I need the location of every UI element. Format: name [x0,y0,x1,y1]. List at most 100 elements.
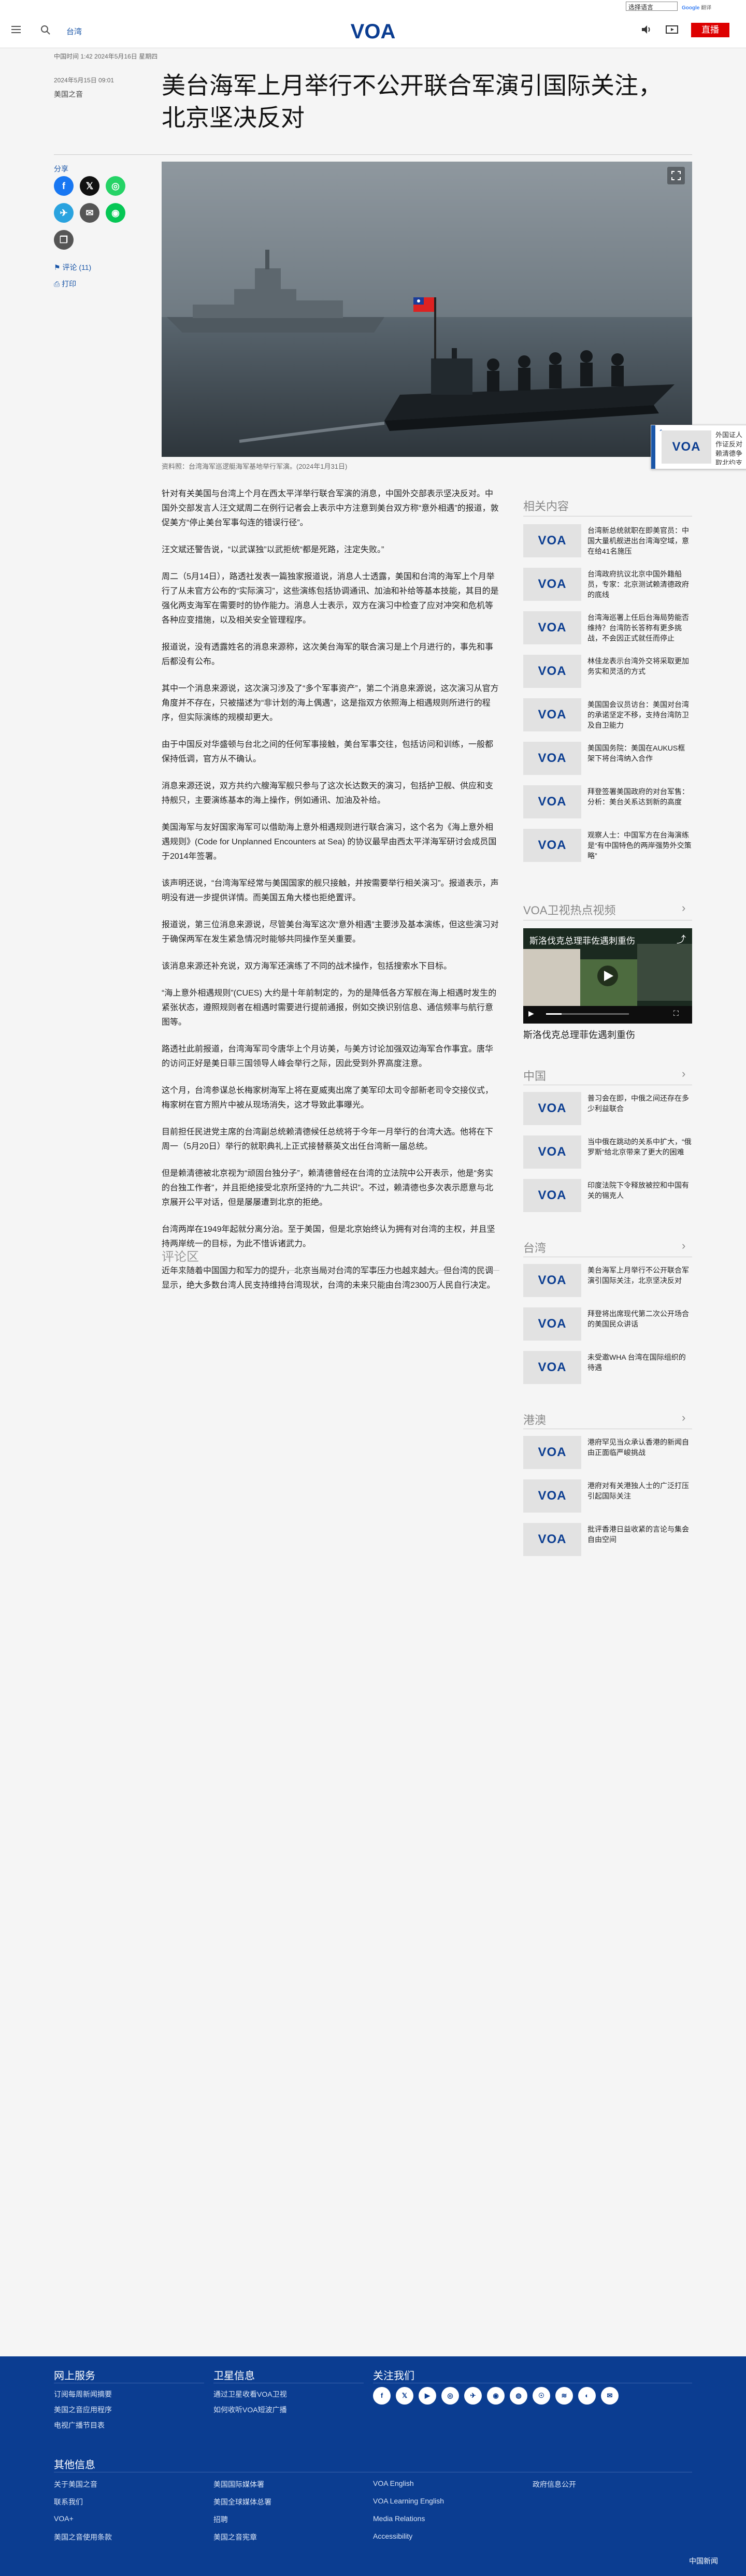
hero-image[interactable] [162,162,692,457]
sidebar-list-item[interactable]: VOA 批评香港日益收紧的言论与集会自由空间 [523,1523,692,1557]
item-thumbnail: VOA [523,1479,581,1513]
social-icon[interactable]: f [373,2387,391,2405]
live-button[interactable]: 直播 [691,23,729,37]
social-icon[interactable]: ◍ [510,2387,527,2405]
email-share-icon[interactable]: ✉ [80,203,99,223]
footer-link[interactable]: VOA English [373,2479,414,2487]
china-chevron-icon[interactable]: › [682,1067,685,1081]
language-select[interactable]: 选择语言 [626,2,678,11]
hk-heading[interactable]: 港澳 [523,1411,546,1428]
footer-link-shortwave[interactable]: 如何收听VOA短波广播 [213,2405,287,2415]
item-headline: 普习会在即，中俄之间还存在多少利益联合 [587,1094,689,1113]
voa-logo-thumb: VOA [538,1532,567,1546]
comments-link[interactable]: ⚑ 评论 (11) [54,262,91,272]
video-player[interactable]: 斯洛伐克总理菲佐遇刺重伤 ⤴ ▶ ⛶ [523,928,692,1024]
print-link[interactable]: ⎙ 打印 [54,279,76,289]
sidebar-list-item[interactable]: VOA 台湾海巡署上任后台海局势能否维持？台湾防长答称有更多挑战，不会因正式就任而… [523,611,692,645]
social-icon[interactable]: ✈ [464,2387,482,2405]
article-paragraph: 但是赖清德被北京视为“顽固台独分子”，赖清德曾经在台湾的立法院中公开表示，他是“… [162,1169,493,1207]
item-thumbnail: VOA [523,1092,581,1125]
video-title[interactable]: 斯洛伐克总理菲佐遇刺重伤 [523,1028,635,1041]
footer-link-apps[interactable]: 美国之音应用程序 [54,2405,112,2415]
telegram-share-icon[interactable]: ✈ [54,203,74,223]
facebook-share-icon[interactable]: f [54,176,74,196]
voa-logo-thumb: VOA [538,1145,567,1159]
social-icon[interactable]: ◐ [578,2387,596,2405]
sidebar-list-item[interactable]: VOA 拜登签署美国政府的对台军售：分析：美台关系达到新的高度 [523,785,692,819]
footer-link[interactable]: 联系我们 [54,2497,83,2507]
footer-online-heading: 网上服务 [54,2370,95,2382]
sidebar-list-item[interactable]: VOA 港府罕见当众承认香港的新闻自由正面临严峻挑战 [523,1436,692,1470]
social-icon[interactable]: ☉ [533,2387,550,2405]
sidebar-list-item[interactable]: VOA 未受邀WHA 台湾在国际组织的待遇 [523,1351,692,1385]
play-small-icon[interactable]: ▶ [528,1009,534,1018]
x-share-icon[interactable]: 𝕏 [80,176,99,196]
footer-link[interactable]: 美国之音使用条款 [54,2532,112,2542]
share-icon[interactable]: ⤴ [677,932,686,946]
social-icon[interactable]: ✉ [601,2387,619,2405]
social-icon[interactable]: ◉ [487,2387,505,2405]
footer-link[interactable]: Accessibility [373,2532,412,2540]
sidebar-list-item[interactable]: VOA 美台海军上月举行不公开联合军演引国际关注，北京坚决反对 [523,1264,692,1298]
article-paragraph: 由于中国反对华盛顿与台北之间的任何军事接触，美台军事交往，包括访问和训练，一般都… [162,740,494,764]
popout-card[interactable]: ⌃ VOA 外国证人作证反对赖清德争取北约支持 [651,425,746,469]
audio-icon[interactable] [640,24,652,35]
sidebar-list-item[interactable]: VOA 台湾政府抗议北京中国外籍船员，专家：北京测试赖清德政府的底线 [523,568,692,602]
google-translate-badge[interactable]: Google 翻译 [682,3,711,11]
line-share-icon[interactable]: ◉ [106,203,125,223]
footer-link[interactable]: 美国全球媒体总署 [213,2497,271,2507]
voa-logo[interactable]: VOA [342,20,404,42]
china-heading[interactable]: 中国 [523,1067,546,1084]
comments-section[interactable]: 评论区 [162,1241,499,1271]
footer-link[interactable]: VOA Learning English [373,2497,444,2505]
taiwan-chevron-icon[interactable]: › [682,1239,685,1253]
article-paragraph: 周二（5月14日），路透社发表一篇独家报道说，消息人士透露，美国和台湾的海军上个… [162,572,499,625]
sidebar-list-item[interactable]: VOA 观察人士：中国军方在台海演练是“有中国特色的两岸强势外交策略” [523,829,692,863]
sidebar-list-item[interactable]: VOA 港府对有关港独人士的广泛打压引起国际关注 [523,1479,692,1514]
social-icon[interactable]: 𝕏 [396,2387,413,2405]
expand-icon[interactable] [667,167,685,184]
footer-link-satellite[interactable]: 通过卫星收看VOA卫视 [213,2389,287,2399]
footer-link[interactable]: 美国国际媒体署 [213,2479,264,2489]
hk-chevron-icon[interactable]: › [682,1411,685,1424]
footer-link[interactable]: 美国之音宪章 [213,2532,257,2542]
menu-icon[interactable] [11,26,21,33]
sidebar-list-item[interactable]: VOA 当中俄在跳动的关系中扩大，“俄罗斯”给北京带来了更大的困难 [523,1135,692,1170]
footer-link[interactable]: Media Relations [373,2514,425,2523]
sidebar-list-item[interactable]: VOA 印度法院下令释放被控和中国有关的锡克人 [523,1179,692,1213]
social-icon[interactable]: ≋ [555,2387,573,2405]
footer-link-schedule[interactable]: 电视广播节目表 [54,2420,105,2430]
sidebar-list-item[interactable]: VOA 普习会在即，中俄之间还存在多少利益联合 [523,1092,692,1126]
share-label: 分享 [54,165,68,173]
copy-link-icon[interactable]: ❐ [54,230,74,250]
taiwan-heading[interactable]: 台湾 [523,1239,546,1256]
footer-link[interactable]: 政府信息公开 [533,2479,576,2489]
tv-icon[interactable] [665,24,679,35]
footer-link[interactable]: 关于美国之音 [54,2479,97,2489]
published-date: 2024年5月15日 09:01 [54,77,114,84]
comments-count: 评论 (11) [62,263,92,271]
whatsapp-share-icon[interactable]: ◎ [106,176,125,196]
footer-link-newsletter[interactable]: 订阅每周新闻摘要 [54,2389,112,2399]
sidebar-list-item[interactable]: VOA 台湾新总统就职在即美官员：中国大量机舰进出台湾海空域，意在给41名施压 [523,524,692,558]
social-icon[interactable]: ◎ [441,2387,459,2405]
title-divider [54,154,692,155]
section-link-taiwan[interactable]: 台湾 [66,26,82,37]
video-chevron-icon[interactable]: › [682,901,685,915]
voa-logo-thumb: VOA [538,1101,567,1115]
sidebar-list-item[interactable]: VOA 林佳龙表示台湾外交将采取更加务实和灵活的方式 [523,655,692,689]
video-heading[interactable]: VOA卫视热点视频 [523,901,615,918]
article-paragraph: 其中一个消息来源说，这次演习涉及了“多个军事资产”，第二个消息来源说，这次演习从… [162,684,499,722]
sidebar-list-item[interactable]: VOA 拜登将出席现代第二次公开场合的美国民众讲话 [523,1307,692,1342]
sidebar-list-item[interactable]: VOA 美国国会议员访台：美国对台湾的承诺坚定不移，支持台湾防卫及自卫能力 [523,698,692,732]
footer-brand: 中国新闻 [689,2557,718,2565]
footer-link[interactable]: 招聘 [213,2514,228,2525]
popout-voa-logo: VOA [672,440,701,454]
fullscreen-icon[interactable]: ⛶ [673,1009,679,1018]
image-caption: 资料照：台湾海军巡逻艇海军基地举行军演。(2024年1月31日) [162,463,348,470]
search-icon[interactable] [40,25,51,35]
footer-link[interactable]: VOA+ [54,2514,74,2523]
voa-logo-thumb: VOA [538,1317,567,1331]
sidebar-list-item[interactable]: VOA 美国国务院：美国在AUKUS框架下将台湾纳入合作 [523,742,692,776]
social-icon[interactable]: ▶ [419,2387,436,2405]
